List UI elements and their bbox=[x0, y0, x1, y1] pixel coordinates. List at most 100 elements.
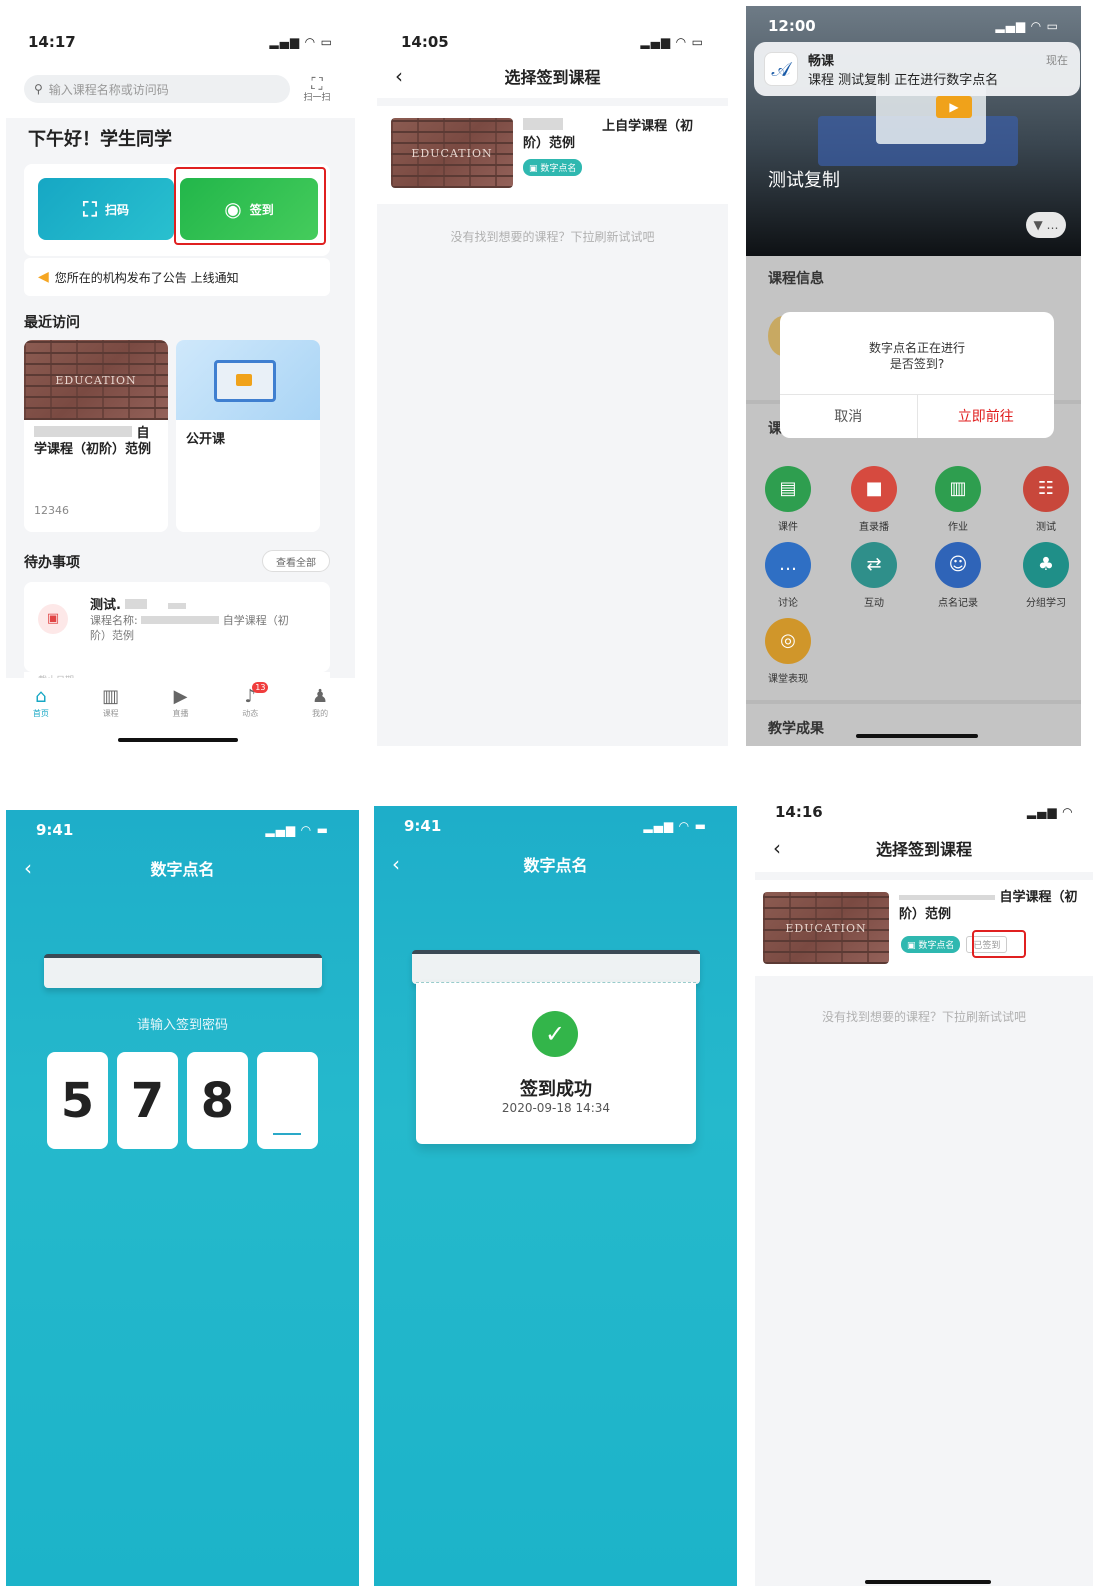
announcement-bar[interactable]: ◀ 您所在的机构发布了公告 上线通知 bbox=[24, 258, 330, 296]
feature-icon: ■ bbox=[851, 466, 897, 512]
tab-profile[interactable]: ♟ 我的 bbox=[300, 686, 340, 748]
notification-badge: 13 bbox=[252, 682, 269, 693]
feature-icon: ▤ bbox=[765, 466, 811, 512]
input-cursor bbox=[273, 1133, 301, 1135]
more-icon[interactable]: ▼ … bbox=[1026, 212, 1066, 238]
feature-icon: ▥ bbox=[935, 466, 981, 512]
feature-icon: ⇄ bbox=[851, 542, 897, 588]
feature-4[interactable]: … 讨论 bbox=[748, 542, 828, 609]
course-title-tail: 自学课程（初 bbox=[999, 890, 1078, 905]
rollcall-dialog: 数字点名正在进行 是否签到? 取消 立即前往 bbox=[780, 312, 1054, 438]
feature-1[interactable]: ■ 直录播 bbox=[834, 466, 914, 533]
notification-text: 课程 测试复制 正在进行数字点名 bbox=[808, 73, 999, 88]
recent-title: 最近访问 bbox=[24, 315, 80, 331]
paper-slot bbox=[44, 954, 322, 988]
task-icon: ▣ bbox=[38, 604, 68, 634]
nav-bar: ‹ 选择签到课程 bbox=[377, 56, 728, 96]
signal-wifi-battery-icon: ▂▄▆ ◠ ▬ bbox=[643, 819, 707, 833]
dialog-cancel-button[interactable]: 取消 bbox=[780, 395, 918, 438]
section-course-info: 课程信息 bbox=[768, 271, 824, 287]
push-notification[interactable]: 𝒜 畅课 课程 测试复制 正在进行数字点名 现在 bbox=[754, 42, 1080, 96]
feature-8[interactable]: ◎ 课堂表现 bbox=[748, 618, 828, 685]
code-digit-1[interactable]: 5 bbox=[47, 1052, 108, 1149]
home-indicator bbox=[856, 734, 978, 738]
screen-checkin-success: 9:41 ▂▄▆ ◠ ▬ ‹ 数字点名 ✓ 签到成功 2020-09-18 14… bbox=[374, 806, 737, 1586]
tab-home[interactable]: ⌂ 首页 bbox=[21, 686, 61, 748]
status-bar: 12:00 ▂▄▆ ◠ ▭ bbox=[746, 6, 1081, 46]
page-title: 选择签到课程 bbox=[504, 68, 601, 87]
search-placeholder: 输入课程名称或访问码 bbox=[48, 82, 169, 97]
dialog-line1: 数字点名正在进行 bbox=[868, 341, 965, 355]
scan-code-button[interactable]: ⛶ 扫码 bbox=[38, 178, 174, 240]
back-icon[interactable]: ‹ bbox=[392, 852, 400, 876]
signal-wifi-battery-icon: ▂▄▆ ◠ ▬ bbox=[265, 823, 329, 837]
success-text: 签到成功 bbox=[520, 1079, 592, 1100]
recent-course-card[interactable]: EDUCATION 自 学课程（初阶）范例 12346 bbox=[24, 340, 168, 532]
status-time: 9:41 bbox=[36, 821, 74, 839]
code-digit-4[interactable] bbox=[257, 1052, 318, 1149]
back-icon[interactable]: ‹ bbox=[24, 856, 32, 880]
public-course-thumbnail bbox=[176, 340, 320, 420]
public-course-card[interactable]: 公开课 bbox=[176, 340, 320, 532]
feature-icon: ◎ bbox=[765, 618, 811, 664]
card1-title: 学课程（初阶）范例 bbox=[34, 442, 152, 458]
announcement-icon: ◀ bbox=[38, 269, 49, 285]
course-list-item[interactable]: EDUCATION 自学课程（初 阶）范例 ▣ 数字点名 已签到 bbox=[755, 880, 1093, 976]
page-title: 选择签到课程 bbox=[875, 840, 972, 859]
feature-5[interactable]: ⇄ 互动 bbox=[834, 542, 914, 609]
section-results: 教学成果 bbox=[768, 721, 824, 737]
feature-label: 点名记录 bbox=[938, 598, 978, 609]
feature-label: 测试 bbox=[1036, 522, 1056, 533]
code-digit-2[interactable]: 7 bbox=[117, 1052, 178, 1149]
course-title-tail: 上自学课程（初 bbox=[602, 119, 694, 134]
greeting: 下午好！学生同学 bbox=[28, 129, 172, 150]
notification-app: 畅课 bbox=[808, 54, 835, 69]
app-logo-icon: 𝒜 bbox=[764, 52, 798, 86]
feature-3[interactable]: ☷ 测试 bbox=[1006, 466, 1081, 533]
code-digit-3[interactable]: 8 bbox=[187, 1052, 248, 1149]
user-icon: ♟ bbox=[312, 686, 329, 707]
feature-label: 课堂表现 bbox=[768, 674, 808, 685]
feature-0[interactable]: ▤ 课件 bbox=[748, 466, 828, 533]
scan-code-label: 扫码 bbox=[104, 202, 129, 217]
dialog-confirm-button[interactable]: 立即前往 bbox=[918, 395, 1055, 438]
scan-qr-button[interactable]: ⛶ 扫一扫 bbox=[302, 74, 332, 108]
screen-select-course-checked: 14:16 ▂▄▆ ◠ ‹ 选择签到课程 EDUCATION 自学课程（初 阶）… bbox=[755, 792, 1093, 1586]
status-bar: 14:17 ▂▄▆ ◠ ▭ bbox=[6, 22, 355, 62]
course-thumbnail: EDUCATION bbox=[391, 118, 513, 188]
status-bar: 9:41 ▂▄▆ ◠ ▬ bbox=[374, 806, 737, 846]
nav-bar: ‹ 数字点名 bbox=[374, 844, 737, 884]
code-prompt: 请输入签到密码 bbox=[136, 1018, 228, 1033]
page-title: 数字点名 bbox=[150, 860, 215, 879]
rollcall-tag: ▣ 数字点名 bbox=[901, 936, 961, 953]
search-icon: ⚲ bbox=[34, 82, 43, 96]
status-time: 14:17 bbox=[28, 33, 76, 51]
feature-label: 课件 bbox=[778, 522, 798, 533]
back-icon[interactable]: ‹ bbox=[773, 836, 781, 860]
course-title-line2: 阶）范例 bbox=[899, 906, 952, 922]
card1-title-prefix: 自 bbox=[136, 426, 150, 441]
screen-enter-code: 9:41 ▂▄▆ ◠ ▬ ‹ 数字点名 请输入签到密码 5 7 8 bbox=[6, 810, 359, 1586]
todo-item[interactable]: ▣ 测试. 课程名称: 自学课程（初 阶）范例 bbox=[24, 582, 330, 672]
status-time: 14:16 bbox=[775, 803, 823, 821]
status-bar: 14:16 ▂▄▆ ◠ bbox=[755, 792, 1093, 832]
search-input[interactable]: ⚲ 输入课程名称或访问码 bbox=[24, 75, 290, 103]
signal-wifi-battery-icon: ▂▄▆ ◠ bbox=[1026, 805, 1073, 819]
nav-bar: ‹ 选择签到课程 bbox=[755, 828, 1093, 868]
course-list-item[interactable]: EDUCATION 上自学课程（初 阶）范例 ▣ 数字点名 bbox=[377, 106, 728, 204]
view-all-button[interactable]: 查看全部 bbox=[262, 550, 330, 572]
feature-7[interactable]: ♣ 分组学习 bbox=[1006, 542, 1081, 609]
signal-wifi-battery-icon: ▂▄▆ ◠ ▭ bbox=[640, 35, 704, 49]
feature-label: 作业 bbox=[948, 522, 968, 533]
home-indicator bbox=[118, 738, 238, 742]
home-indicator bbox=[865, 1580, 991, 1584]
highlight-checkin-box bbox=[174, 167, 326, 245]
signal-wifi-battery-icon: ▂▄▆ ◠ ▭ bbox=[995, 19, 1059, 33]
home-icon: ⌂ bbox=[35, 686, 47, 707]
nav-bar: ‹ 数字点名 bbox=[6, 848, 359, 888]
feature-6[interactable]: ☺ 点名记录 bbox=[918, 542, 998, 609]
notification-time: 现在 bbox=[1046, 54, 1068, 67]
course-thumbnail: EDUCATION bbox=[763, 892, 889, 964]
back-icon[interactable]: ‹ bbox=[395, 64, 403, 88]
feature-2[interactable]: ▥ 作业 bbox=[918, 466, 998, 533]
